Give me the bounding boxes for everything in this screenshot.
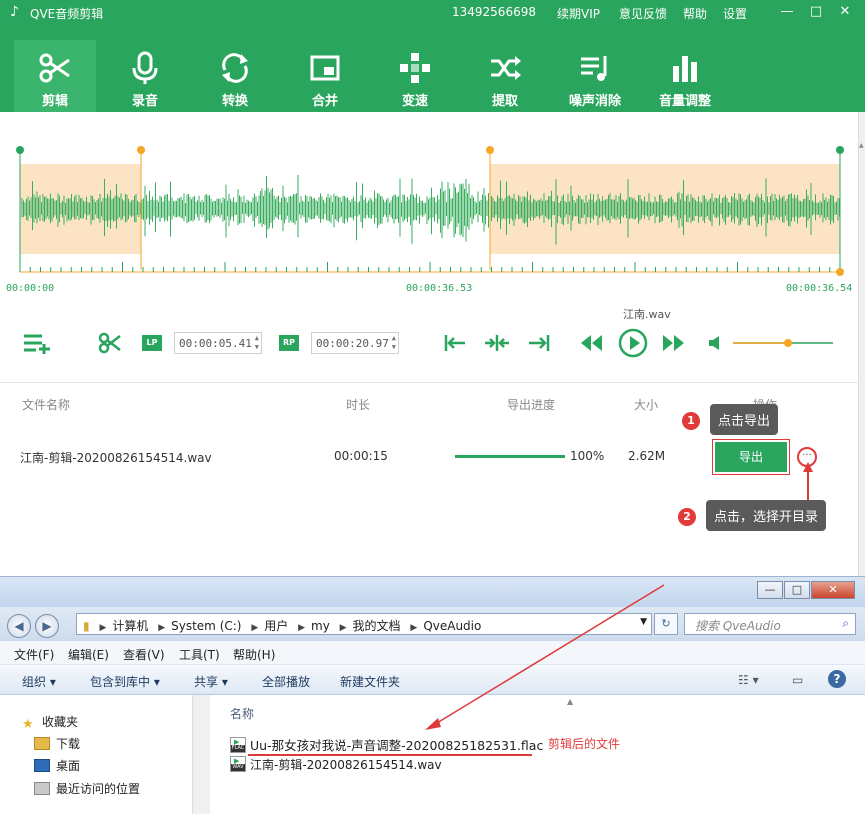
annotation-overlay: [425, 462, 813, 730]
arrow-to-file: [431, 584, 665, 727]
screenshot-root: ♪ QVE音频剪辑 13492566698 续期VIP 意见反馈 帮助 设置 —…: [0, 0, 865, 814]
arrow-head-more: [803, 462, 813, 472]
arrow-head-file: [425, 718, 441, 730]
annotation-cut-file: 剪辑后的文件: [548, 737, 621, 751]
